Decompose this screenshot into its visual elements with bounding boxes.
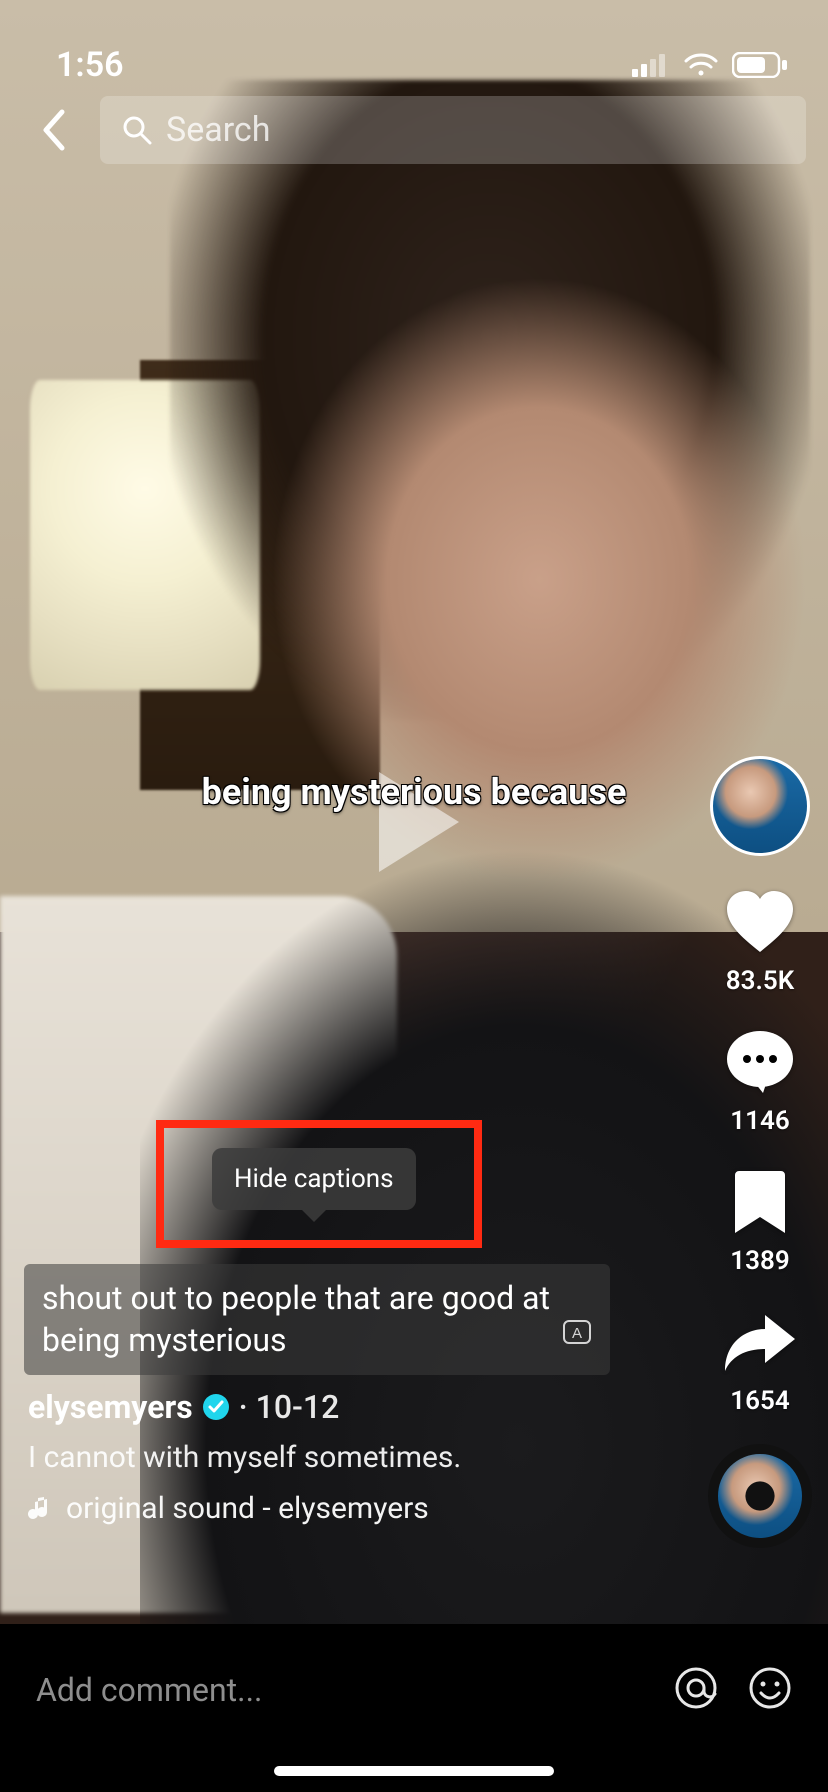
caption-text: shout out to people that are good at bei… (42, 1278, 552, 1361)
inline-caption: being mysterious because (202, 771, 627, 813)
share-button[interactable]: 1654 (722, 1304, 798, 1416)
caption-language-icon[interactable]: A (562, 1316, 592, 1358)
verified-badge-icon (203, 1394, 229, 1420)
bookmark-button[interactable]: 1389 (722, 1164, 798, 1276)
search-placeholder: Search (166, 110, 270, 150)
action-rail: 83.5K 1146 1389 1654 (708, 756, 812, 1548)
heart-icon (722, 884, 798, 960)
svg-text:A: A (572, 1325, 582, 1342)
battery-icon (732, 52, 788, 78)
video-description: I cannot with myself sometimes. (28, 1440, 678, 1475)
status-bar: 1:56 (0, 0, 828, 110)
author-avatar[interactable] (710, 756, 810, 856)
chevron-left-icon (40, 108, 68, 152)
like-count: 83.5K (726, 966, 794, 996)
back-button[interactable] (26, 102, 82, 158)
author-username: elysemyers (28, 1388, 193, 1426)
sound-row[interactable]: original sound - elysemyers (28, 1491, 678, 1526)
comment-input[interactable]: Add comment... (36, 1671, 652, 1709)
sound-disc[interactable] (708, 1444, 812, 1548)
cell-signal-icon (632, 53, 670, 77)
hide-captions-button[interactable]: Hide captions (212, 1148, 416, 1210)
share-icon (722, 1304, 798, 1380)
caption-panel[interactable]: shout out to people that are good at bei… (24, 1264, 610, 1375)
like-button[interactable]: 83.5K (722, 884, 798, 996)
status-time: 1:56 (56, 45, 124, 85)
post-date: · 10-12 (239, 1388, 340, 1426)
sound-name: original sound - elysemyers (66, 1491, 429, 1526)
mention-icon[interactable] (674, 1666, 718, 1714)
comment-count: 1146 (730, 1106, 789, 1136)
search-icon (122, 115, 152, 145)
comment-button[interactable]: 1146 (722, 1024, 798, 1136)
video-meta: elysemyers · 10-12 I cannot with myself … (28, 1388, 678, 1526)
bookmark-icon (722, 1164, 798, 1240)
bookmark-count: 1389 (730, 1246, 789, 1276)
home-indicator (274, 1766, 554, 1776)
music-note-icon (28, 1494, 54, 1524)
emoji-icon[interactable] (748, 1666, 792, 1714)
comment-icon (722, 1024, 798, 1100)
wifi-icon (684, 53, 718, 77)
share-count: 1654 (730, 1386, 789, 1416)
author-row[interactable]: elysemyers · 10-12 (28, 1388, 678, 1426)
